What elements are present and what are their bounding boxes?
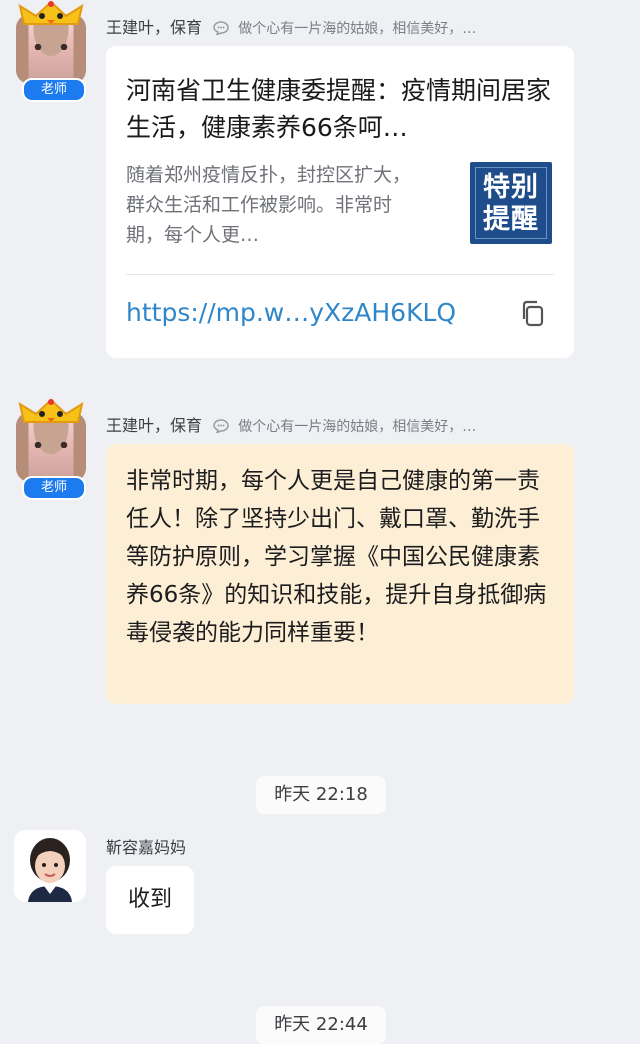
timestamp: 昨天 22:18 — [256, 776, 386, 814]
copy-icon[interactable] — [520, 300, 546, 328]
role-badge: 老师 — [22, 476, 86, 500]
sender-line: 王建叶，保育 做个心有一片海的姑娘，相信美好，… — [106, 412, 476, 436]
avatar-parent[interactable] — [14, 830, 86, 902]
shared-article-card[interactable]: 河南省卫生健康委提醒：疫情期间居家生活，健康素养66条呵… 随着郑州疫情反扑，封… — [106, 46, 574, 358]
sender-signature: 做个心有一片海的姑娘，相信美好，… — [238, 419, 477, 435]
article-thumbnail: 特别提醒 — [470, 162, 552, 244]
thumbnail-text: 特别提醒 — [475, 167, 547, 239]
sender-line: 王建叶，保育 做个心有一片海的姑娘，相信美好，… — [106, 14, 476, 38]
sender-name[interactable]: 王建叶，保育 — [106, 416, 202, 435]
article-title: 河南省卫生健康委提醒：疫情期间居家生活，健康素养66条呵… — [126, 76, 552, 142]
avatar-teacher[interactable]: 老师 — [12, 398, 90, 500]
child-photo — [14, 830, 86, 902]
card-divider — [126, 274, 554, 275]
message-bubble[interactable]: 非常时期，每个人更是自己健康的第一责任人！除了坚持少出门、戴口罩、勤洗手等防护原… — [106, 444, 574, 704]
chat-bubble-icon — [213, 419, 229, 433]
timestamp: 昨天 22:44 — [256, 1006, 386, 1044]
crown-icon — [18, 0, 84, 25]
article-description: 随着郑州疫情反扑，封控区扩大，群众生活和工作被影响。非常时期，每个人更… — [126, 164, 412, 246]
sender-line: 靳容嘉妈妈 — [106, 834, 186, 858]
avatar-teacher[interactable]: 老师 — [12, 0, 90, 102]
sender-signature: 做个心有一片海的姑娘，相信美好，… — [238, 21, 477, 37]
sender-name[interactable]: 王建叶，保育 — [106, 18, 202, 37]
message-bubble[interactable]: 收到 — [106, 866, 195, 934]
crown-icon — [18, 398, 84, 423]
role-badge: 老师 — [22, 78, 86, 102]
article-link[interactable]: https://mp.w…yXzAH6KLQ — [126, 298, 456, 327]
sender-name[interactable]: 靳容嘉妈妈 — [106, 838, 186, 857]
chat-bubble-icon — [213, 21, 229, 35]
